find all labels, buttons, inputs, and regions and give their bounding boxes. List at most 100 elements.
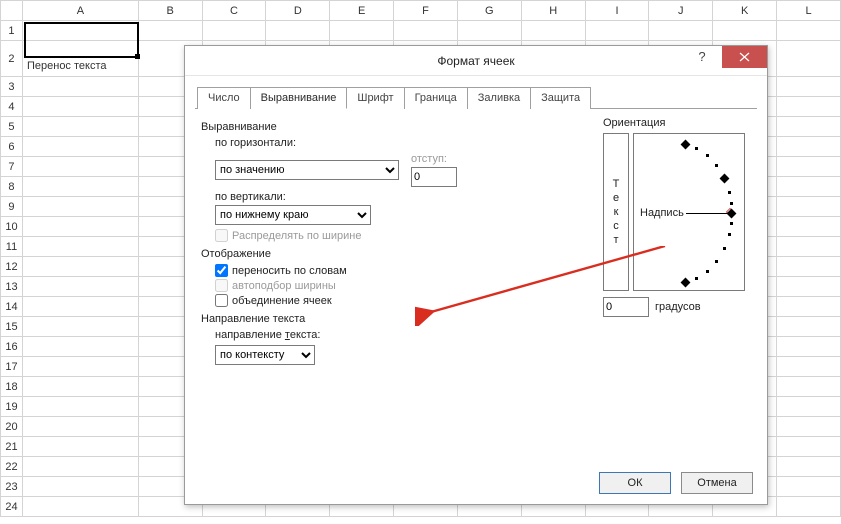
row-header[interactable]: 9 xyxy=(1,197,23,217)
cell[interactable] xyxy=(22,317,138,337)
cancel-button[interactable]: Отмена xyxy=(681,472,753,494)
cell[interactable] xyxy=(22,277,138,297)
cell[interactable] xyxy=(777,237,841,257)
dialog-titlebar[interactable]: Формат ячеек ? xyxy=(185,46,767,76)
cell[interactable] xyxy=(22,497,138,517)
cell[interactable] xyxy=(22,377,138,397)
cell[interactable] xyxy=(22,457,138,477)
row-header[interactable]: 4 xyxy=(1,97,23,117)
cell[interactable] xyxy=(138,21,202,41)
row-header[interactable]: 7 xyxy=(1,157,23,177)
tab-border[interactable]: Граница xyxy=(405,87,468,109)
row-header[interactable]: 10 xyxy=(1,217,23,237)
cell[interactable] xyxy=(22,437,138,457)
merge-cells-checkbox[interactable] xyxy=(215,294,228,307)
row-header[interactable]: 21 xyxy=(1,437,23,457)
row-header[interactable]: 17 xyxy=(1,357,23,377)
cell[interactable] xyxy=(22,337,138,357)
cell[interactable] xyxy=(22,417,138,437)
cell[interactable] xyxy=(22,197,138,217)
col-header[interactable]: K xyxy=(713,1,777,21)
col-header[interactable]: E xyxy=(330,1,394,21)
cell[interactable] xyxy=(713,21,777,41)
cell[interactable] xyxy=(777,377,841,397)
cell[interactable] xyxy=(777,337,841,357)
cell[interactable] xyxy=(22,237,138,257)
cell[interactable] xyxy=(777,357,841,377)
wrap-text-checkbox[interactable] xyxy=(215,264,228,277)
tab-font[interactable]: Шрифт xyxy=(347,87,404,109)
vertical-text-toggle[interactable]: Т е к с т xyxy=(603,133,629,291)
cell[interactable] xyxy=(22,257,138,277)
cell[interactable] xyxy=(266,21,330,41)
row-header[interactable]: 8 xyxy=(1,177,23,197)
cell[interactable] xyxy=(585,21,649,41)
tab-number[interactable]: Число xyxy=(197,87,251,109)
cell[interactable] xyxy=(777,457,841,477)
select-all-corner[interactable] xyxy=(1,1,23,21)
row-header[interactable]: 22 xyxy=(1,457,23,477)
cell[interactable] xyxy=(777,117,841,137)
cell[interactable] xyxy=(777,257,841,277)
cell[interactable] xyxy=(777,277,841,297)
cell[interactable] xyxy=(777,217,841,237)
ok-button[interactable]: ОК xyxy=(599,472,671,494)
row-header[interactable]: 16 xyxy=(1,337,23,357)
cell[interactable] xyxy=(394,21,458,41)
row-header[interactable]: 14 xyxy=(1,297,23,317)
row-header[interactable]: 15 xyxy=(1,317,23,337)
cell[interactable] xyxy=(457,21,521,41)
cell[interactable] xyxy=(22,357,138,377)
cell[interactable] xyxy=(22,177,138,197)
degrees-spinner[interactable] xyxy=(603,297,649,317)
cell[interactable] xyxy=(22,97,138,117)
cell[interactable] xyxy=(202,21,266,41)
row-header[interactable]: 23 xyxy=(1,477,23,497)
cell[interactable] xyxy=(649,21,713,41)
cell[interactable] xyxy=(22,157,138,177)
cell[interactable] xyxy=(330,21,394,41)
tab-protection[interactable]: Защита xyxy=(531,87,591,109)
cell[interactable] xyxy=(777,77,841,97)
help-button[interactable]: ? xyxy=(685,46,719,68)
cell[interactable] xyxy=(777,477,841,497)
text-direction-select[interactable]: по контексту xyxy=(215,345,315,365)
col-header[interactable]: H xyxy=(521,1,585,21)
col-header[interactable]: F xyxy=(394,1,458,21)
row-header[interactable]: 2 xyxy=(1,41,23,77)
row-header[interactable]: 19 xyxy=(1,397,23,417)
cell[interactable] xyxy=(777,137,841,157)
col-header[interactable]: G xyxy=(457,1,521,21)
tab-fill[interactable]: Заливка xyxy=(468,87,531,109)
col-header[interactable]: L xyxy=(777,1,841,21)
tab-alignment[interactable]: Выравнивание xyxy=(251,87,348,109)
cell[interactable] xyxy=(22,137,138,157)
row-header[interactable]: 18 xyxy=(1,377,23,397)
horizontal-select[interactable]: по значению xyxy=(215,160,399,180)
cell[interactable] xyxy=(22,397,138,417)
cell[interactable] xyxy=(777,417,841,437)
cell[interactable] xyxy=(777,437,841,457)
col-header[interactable]: A xyxy=(22,1,138,21)
cell[interactable] xyxy=(777,177,841,197)
cell[interactable] xyxy=(22,297,138,317)
col-header[interactable]: D xyxy=(266,1,330,21)
cell[interactable] xyxy=(22,477,138,497)
cell[interactable]: Перенос текстапо строкам xyxy=(22,41,138,77)
cell[interactable] xyxy=(22,117,138,137)
row-header[interactable]: 5 xyxy=(1,117,23,137)
col-header[interactable]: C xyxy=(202,1,266,21)
row-header[interactable]: 12 xyxy=(1,257,23,277)
cell[interactable] xyxy=(777,21,841,41)
cell[interactable] xyxy=(777,97,841,117)
cell[interactable] xyxy=(777,297,841,317)
col-header[interactable]: J xyxy=(649,1,713,21)
row-header[interactable]: 13 xyxy=(1,277,23,297)
row-header[interactable]: 24 xyxy=(1,497,23,517)
cell[interactable] xyxy=(777,157,841,177)
col-header[interactable]: B xyxy=(138,1,202,21)
cell[interactable] xyxy=(22,217,138,237)
col-header[interactable]: I xyxy=(585,1,649,21)
vertical-select[interactable]: по нижнему краю xyxy=(215,205,371,225)
row-header[interactable]: 1 xyxy=(1,21,23,41)
